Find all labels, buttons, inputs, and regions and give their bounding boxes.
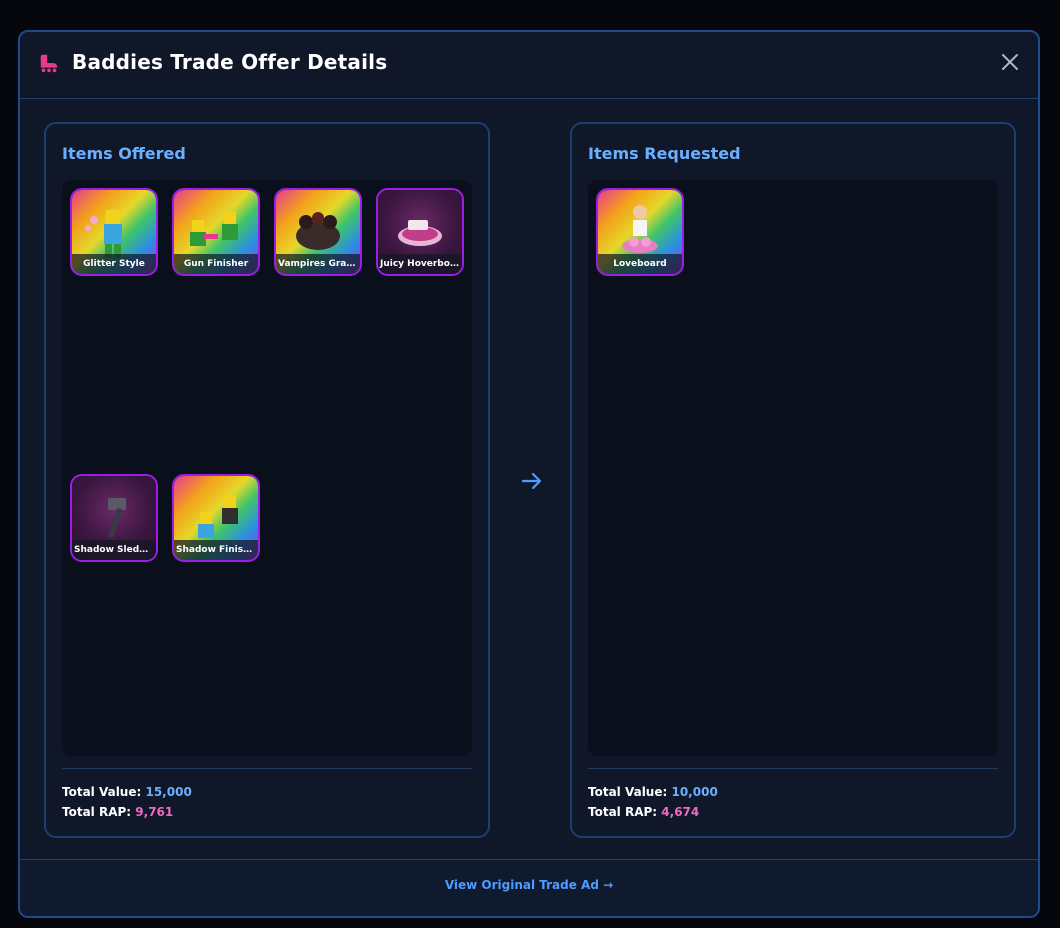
arrow-right-icon bbox=[521, 472, 542, 490]
items-requested-grid: Loveboard bbox=[588, 180, 998, 756]
item-card[interactable]: Shadow Finisher bbox=[172, 474, 260, 562]
modal-header: Baddies Trade Offer Details bbox=[20, 32, 1038, 99]
item-card[interactable]: Shadow Sledgeh... bbox=[70, 474, 158, 562]
item-card[interactable]: Vampires Grasp ... bbox=[274, 188, 362, 276]
items-offered-grid: Glitter Style Gun Finisher Vampires Gras… bbox=[62, 180, 472, 756]
total-rap-label: Total RAP: bbox=[588, 805, 658, 819]
item-name: Shadow Sledgeh... bbox=[72, 540, 156, 560]
divider bbox=[62, 768, 472, 769]
total-value-label: Total Value: bbox=[588, 785, 668, 799]
total-value: 15,000 bbox=[145, 785, 192, 799]
roller-skate-icon bbox=[40, 54, 58, 73]
item-name: Juicy Hoverboard bbox=[378, 254, 462, 274]
item-card[interactable]: Glitter Style bbox=[70, 188, 158, 276]
total-value: 10,000 bbox=[671, 785, 718, 799]
items-requested-panel: Items Requested Loveboard Total Value: 1… bbox=[570, 122, 1016, 838]
requested-totals: Total Value: 10,000 Total RAP: 4,674 bbox=[588, 782, 718, 822]
item-card[interactable]: Loveboard bbox=[596, 188, 684, 276]
modal-title: Baddies Trade Offer Details bbox=[72, 50, 388, 74]
trade-offer-modal: Baddies Trade Offer Details Items Offere… bbox=[18, 30, 1040, 918]
items-offered-heading: Items Offered bbox=[62, 144, 186, 163]
item-name: Loveboard bbox=[598, 254, 682, 274]
offered-totals: Total Value: 15,000 Total RAP: 9,761 bbox=[62, 782, 192, 822]
item-card[interactable]: Gun Finisher bbox=[172, 188, 260, 276]
item-name: Glitter Style bbox=[72, 254, 156, 274]
item-card[interactable]: Juicy Hoverboard bbox=[376, 188, 464, 276]
view-original-trade-ad-link[interactable]: View Original Trade Ad → bbox=[20, 878, 1038, 892]
modal-footer: View Original Trade Ad → bbox=[20, 859, 1038, 916]
total-value-label: Total Value: bbox=[62, 785, 142, 799]
total-rap: 9,761 bbox=[135, 805, 174, 819]
total-rap: 4,674 bbox=[661, 805, 700, 819]
item-name: Shadow Finisher bbox=[174, 540, 258, 560]
item-name: Gun Finisher bbox=[174, 254, 258, 274]
item-name: Vampires Grasp ... bbox=[276, 254, 360, 274]
items-requested-heading: Items Requested bbox=[588, 144, 741, 163]
total-rap-label: Total RAP: bbox=[62, 805, 132, 819]
items-offered-panel: Items Offered Glitter Style Gun Finisher… bbox=[44, 122, 490, 838]
close-icon[interactable] bbox=[1000, 52, 1020, 72]
divider bbox=[588, 768, 998, 769]
